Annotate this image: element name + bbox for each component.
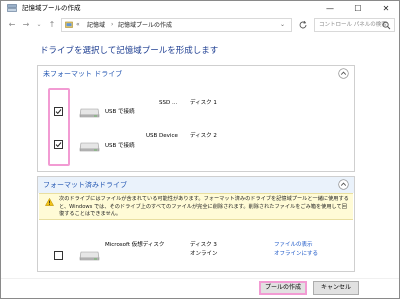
breadcrumb-overflow[interactable]: « — [76, 20, 80, 30]
drive-1-checkbox[interactable] — [54, 107, 63, 116]
footer-divider — [1, 278, 399, 279]
unformatted-drives-panel: 未フォーマット ドライブ USB で接続 SSD ... ディスク 1 USB … — [37, 65, 355, 172]
drive-3-checkbox[interactable] — [54, 251, 63, 260]
usb-drive-icon — [79, 108, 100, 118]
drive-2-model: USB Device — [146, 133, 178, 139]
formatted-drives-title: フォーマット済みドライブ — [43, 181, 127, 189]
breadcrumb-storage[interactable]: 記憶域 — [87, 21, 105, 30]
storage-pool-window: 記憶域プールの作成 — ☐ ✕ ← → ⌄ ↑ « 記憶域 › 記憶域プールの作… — [0, 0, 400, 299]
search-icon[interactable] — [382, 21, 391, 30]
take-offline-link[interactable]: オフラインにする — [274, 250, 318, 258]
search-placeholder: コントロール パネルの検索 — [319, 22, 387, 28]
drive-1-disk: ディスク 1 — [190, 100, 217, 106]
create-pool-button[interactable]: プールの作成 — [259, 281, 307, 295]
title-bar: 記憶域プールの作成 — ☐ ✕ — [1, 1, 399, 17]
cancel-button[interactable]: キャンセル — [313, 281, 359, 295]
forward-arrow-icon[interactable]: → — [20, 20, 32, 30]
collapse-chevron-icon[interactable] — [338, 179, 349, 190]
warning-icon — [45, 198, 54, 206]
back-arrow-icon[interactable]: ← — [6, 20, 18, 30]
collapse-chevron-icon[interactable] — [338, 68, 349, 79]
formatted-drives-panel: フォーマット済みドライブ 次のドライブにはファイルが含まれている可能性があります… — [37, 176, 355, 272]
recent-dropdown-icon[interactable]: ⌄ — [33, 20, 45, 30]
page-heading: ドライブを選択して記憶域プールを形成します — [40, 46, 219, 56]
up-arrow-icon[interactable]: ↑ — [46, 20, 58, 30]
close-button[interactable]: ✕ — [375, 1, 397, 17]
unformatted-drives-header[interactable]: 未フォーマット ドライブ — [38, 66, 354, 82]
refresh-icon[interactable] — [298, 20, 308, 30]
address-bar: ← → ⌄ ↑ « 記憶域 › 記憶域プールの作成 ⌄ コントロール パネルの検… — [1, 17, 399, 34]
drive-2-disk: ディスク 2 — [190, 133, 217, 139]
view-files-link[interactable]: ファイルの表示 — [274, 241, 313, 249]
usb-drive-icon — [79, 142, 100, 152]
formatted-drives-header[interactable]: フォーマット済みドライブ — [38, 177, 354, 193]
storage-spaces-icon — [7, 4, 17, 12]
drive-2-checkbox[interactable] — [54, 140, 63, 149]
address-dropdown-icon[interactable]: ⌄ — [280, 20, 285, 30]
unformatted-drives-title: 未フォーマット ドライブ — [43, 70, 123, 78]
search-input[interactable]: コントロール パネルの検索 — [314, 18, 395, 32]
drive-2-name: USB で接続 — [105, 143, 135, 149]
window-title: 記憶域プールの作成 — [22, 4, 81, 12]
warning-banner: 次のドライブにはファイルが含まれている可能性があります。フォーマット済みのドライ… — [39, 193, 353, 220]
drive-3-disk: ディスク 3 — [190, 242, 217, 248]
warning-text: 次のドライブにはファイルが含まれている可能性があります。フォーマット済みのドライ… — [59, 196, 349, 217]
checkbox-highlight — [48, 88, 70, 166]
breadcrumb[interactable]: « 記憶域 › 記憶域プールの作成 ⌄ — [61, 18, 292, 32]
virtual-disk-icon — [79, 251, 100, 261]
drive-1-model: SSD ... — [159, 100, 178, 106]
breadcrumb-create-pool[interactable]: 記憶域プールの作成 — [118, 21, 172, 30]
maximize-button[interactable]: ☐ — [347, 1, 369, 17]
drive-3-name: Microsoft 仮想ディスク — [105, 242, 165, 248]
minimize-button[interactable]: — — [319, 1, 341, 17]
breadcrumb-separator-icon: › — [111, 21, 114, 28]
drive-3-status: オンライン — [190, 251, 218, 257]
drive-1-name: USB で接続 — [105, 109, 135, 115]
control-panel-icon — [65, 21, 73, 28]
